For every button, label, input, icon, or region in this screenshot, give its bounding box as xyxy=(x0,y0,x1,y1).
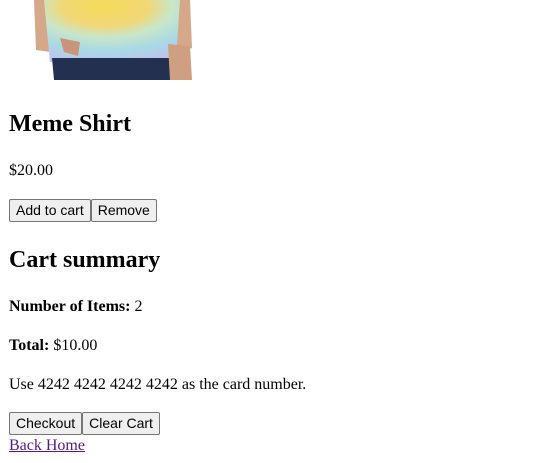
product-name: Meme Shirt xyxy=(9,111,131,137)
remove-button[interactable]: Remove xyxy=(90,199,157,222)
items-count-value: 2 xyxy=(134,298,143,315)
total-line: Total: $10.00 xyxy=(9,336,97,356)
total-label: Total: xyxy=(9,337,50,354)
add-to-cart-button[interactable]: Add to cart xyxy=(9,199,91,222)
card-number-hint: Use 4242 4242 4242 4242 as the card numb… xyxy=(9,376,307,393)
checkout-button[interactable]: Checkout xyxy=(9,412,83,435)
items-count-label: Number of Items: xyxy=(9,298,131,315)
product-price: $20.00 xyxy=(9,162,53,179)
product-actions: Add to cart Remove xyxy=(9,199,157,222)
cart-actions: Checkout Clear Cart xyxy=(9,412,160,435)
items-count-line: Number of Items: 2 xyxy=(9,297,142,317)
back-home-link[interactable]: Back Home xyxy=(9,436,85,456)
cart-summary-heading: Cart summary xyxy=(9,247,161,273)
product-image xyxy=(30,0,194,80)
clear-cart-button[interactable]: Clear Cart xyxy=(82,412,160,435)
total-value: $10.00 xyxy=(53,337,98,354)
